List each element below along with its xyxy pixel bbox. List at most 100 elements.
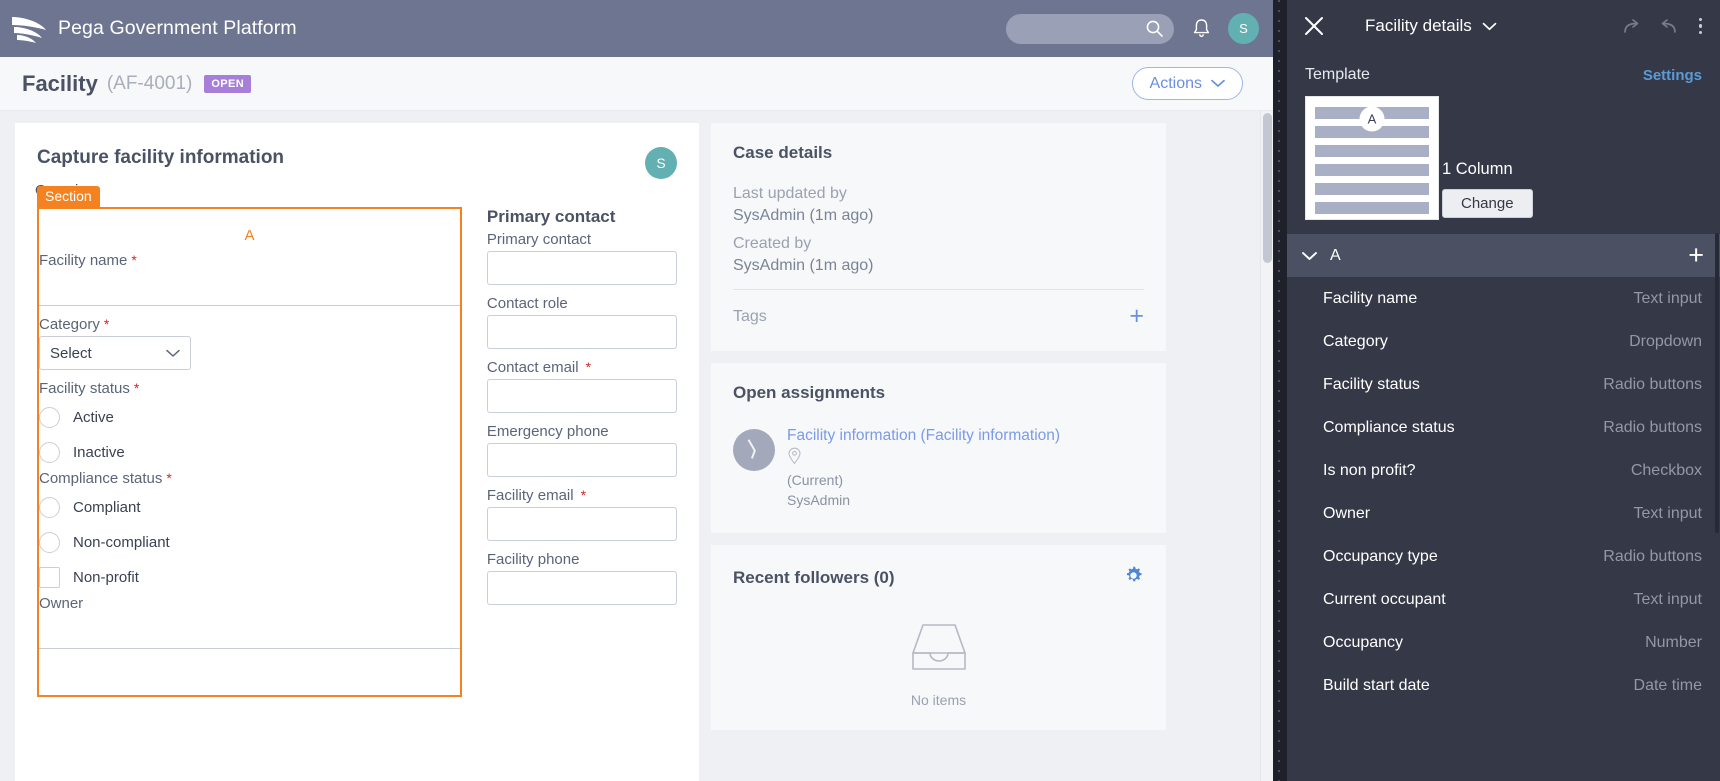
template-bar [1315,183,1429,195]
main-scrollbar[interactable] [1260,111,1273,781]
facility-phone-input[interactable] [486,571,677,605]
field-label: Primary contact [486,231,592,248]
field-type: Text input [1633,289,1702,307]
field-label: Facility status * [39,380,140,397]
category-selected-value: Select [50,344,92,362]
radio-button[interactable] [39,442,60,463]
app-header-actions: S [1006,13,1259,44]
field-list-item[interactable]: Facility name Text input [1287,277,1720,320]
facility-name-input[interactable] [39,272,460,306]
radio-button[interactable] [39,532,60,553]
template-thumbnail[interactable]: A [1305,96,1439,220]
template-region-badge: A [1359,106,1385,132]
empty-state: No items [733,613,1144,708]
emergency-phone-input[interactable] [486,443,677,477]
assignment-body: Facility information (Facility informati… [787,425,1060,511]
checkbox-label: Non-profit [73,569,139,586]
field-list-item[interactable]: Owner Text input [1287,492,1720,535]
required-marker: * [166,470,172,486]
work-area: Capture facility information S Overview … [0,111,1273,781]
kebab-menu-icon[interactable] [1695,16,1707,37]
field-list-item[interactable]: Category Dropdown [1287,320,1720,363]
recent-followers-card: Recent followers (0) No items [711,544,1166,730]
form-title: Capture facility information [37,147,285,168]
radio-option-active[interactable]: Active [39,400,460,435]
template-label: Template [1305,66,1370,83]
region-group-header[interactable]: A + [1287,234,1720,277]
category-dropdown[interactable]: Select [39,336,191,370]
field-list-item[interactable]: Occupancy Number [1287,621,1720,664]
field-name: Facility name [1323,289,1418,307]
actions-button[interactable]: Actions [1131,67,1243,100]
user-avatar[interactable]: S [1228,13,1259,44]
primary-contact-input[interactable] [486,251,677,285]
radio-button[interactable] [39,407,60,428]
section-tag-badge: Section [37,186,100,207]
radio-option-inactive[interactable]: Inactive [39,435,460,470]
chevron-down-icon [1482,16,1497,36]
form-left-column: Overview Section A Facility name* [35,182,462,697]
field-name: Facility status [1323,375,1420,393]
field-list-item[interactable]: Compliance status Radio buttons [1287,406,1720,449]
field-list-item[interactable]: Current occupant Text input [1287,578,1720,621]
field-name: Occupancy type [1323,547,1438,565]
scrollbar-thumb[interactable] [1263,113,1272,263]
assignment-link[interactable]: Facility information (Facility informati… [787,427,1060,445]
form-columns: Overview Section A Facility name* [35,182,677,697]
template-row: A 1 Column Change [1305,96,1702,220]
empty-tray-icon [910,623,968,678]
field-list-item[interactable]: Occupancy type Radio buttons [1287,535,1720,578]
contact-role-input[interactable] [486,315,677,349]
chevron-down-icon[interactable] [1301,251,1318,261]
search-input[interactable] [1006,13,1174,44]
panel-scrollbar-thumb[interactable] [1715,233,1719,533]
radio-option-compliant[interactable]: Compliant [39,490,460,525]
field-name: Category [1323,332,1388,350]
close-icon[interactable] [1303,15,1325,37]
created-by-label: Created by [733,235,812,252]
panel-title: Facility details [1365,16,1472,35]
undo-icon[interactable] [1658,17,1679,36]
required-marker: * [580,487,587,503]
template-bar [1315,164,1429,176]
redo-icon[interactable] [1621,17,1642,36]
field-compliance-status: Compliance status * Compliant Non-complia… [39,470,460,595]
radio-label: Active [73,409,114,426]
plus-icon[interactable]: + [1129,304,1144,329]
recent-followers-header: Recent followers (0) [733,565,1144,591]
required-marker: * [131,252,137,268]
panel-title-dropdown[interactable]: Facility details [1365,16,1497,36]
change-template-button[interactable]: Change [1442,189,1533,218]
checkbox[interactable] [39,567,60,588]
template-columns-label: 1 Column [1442,160,1513,178]
chevron-down-icon [166,345,180,362]
field-label: Facility email * [486,487,587,504]
bell-icon[interactable] [1188,16,1214,42]
panel-resize-gutter[interactable] [1273,0,1287,781]
facility-email-input[interactable] [486,507,677,541]
contact-email-input[interactable] [486,379,677,413]
radio-button[interactable] [39,497,60,518]
settings-link[interactable]: Settings [1643,67,1702,84]
case-header: Facility (AF-4001) OPEN Actions [0,57,1273,111]
plus-icon[interactable]: + [1688,242,1704,269]
panel-scrollbar[interactable] [1715,233,1720,781]
field-list-item[interactable]: Build start date Date time [1287,664,1720,707]
field-list-item[interactable]: Is non profit? Checkbox [1287,449,1720,492]
facility-form-card: Capture facility information S Overview … [15,123,699,781]
assignment-item: Facility information (Facility informati… [733,425,1144,511]
field-type: Checkbox [1630,461,1702,479]
gear-icon[interactable] [1123,565,1144,591]
selected-section-outline[interactable]: Section A Facility name * Category * Sel… [37,186,462,697]
app-header-bar: Pega Government Platform S [0,0,1273,57]
field-name: Build start date [1323,676,1430,694]
checkbox-option-non-profit[interactable]: Non-profit [39,560,460,595]
owner-input[interactable] [39,615,460,649]
form-assignee-avatar[interactable]: S [645,147,677,179]
search-icon [1145,19,1164,38]
field-list-item[interactable]: Facility status Radio buttons [1287,363,1720,406]
radio-option-non-compliant[interactable]: Non-compliant [39,525,460,560]
template-bar [1315,145,1429,157]
field-label: Category * [39,316,110,333]
last-updated-label: Last updated by [733,185,847,202]
